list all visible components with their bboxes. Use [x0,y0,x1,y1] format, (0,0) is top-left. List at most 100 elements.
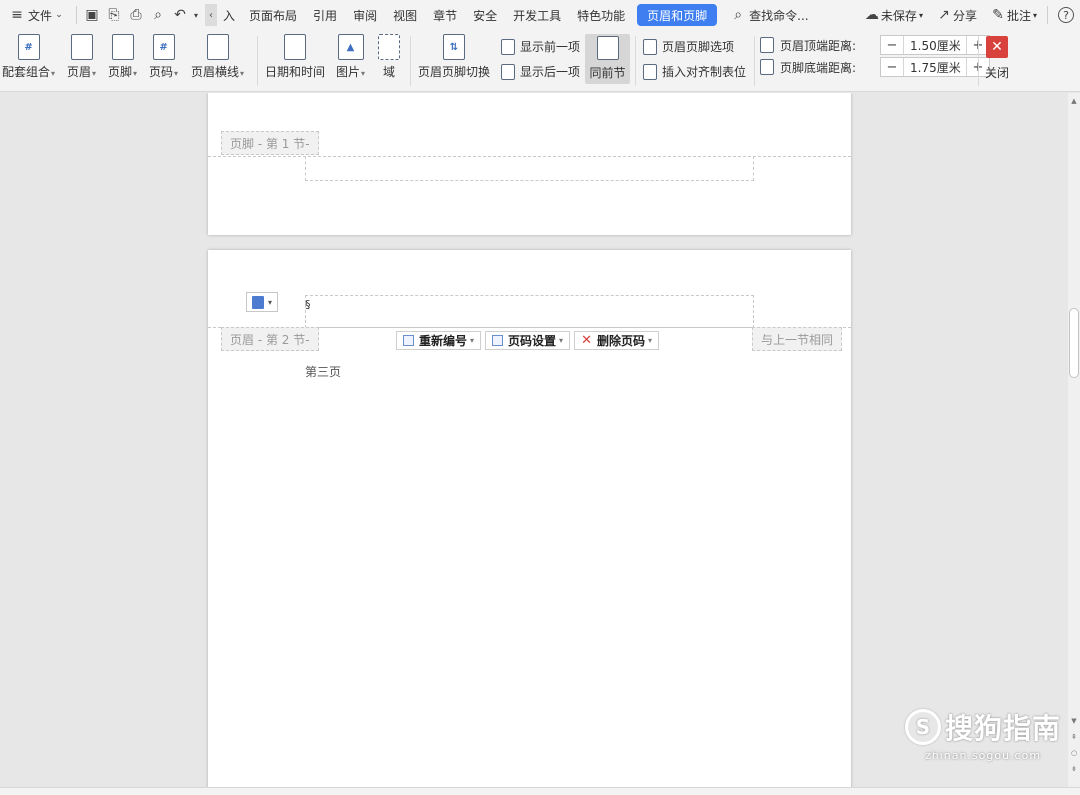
show-next-button[interactable]: 显示后一项 [501,63,580,80]
insert-tab-stop-button[interactable]: 插入对齐制表位 [643,63,746,80]
picture-button[interactable]: ▲ 图片▾ [336,34,365,82]
renumber-label: 重新编号 [419,334,468,348]
header-distance-decrease[interactable]: − [881,36,903,54]
unsaved-button[interactable]: ☁ 未保存 ▾ [857,0,929,30]
same-as-previous-tag: 与上一节相同 [752,327,843,351]
divider [1047,6,1048,24]
page-number-icon: # [152,34,175,60]
vertical-scrollbar[interactable]: ▲ ▼ ⇞ ○ ⇟ [1068,93,1080,787]
chevron-down-icon: ▾ [240,69,245,78]
combo-label: 配套组合 [2,65,51,79]
footer-distance-input[interactable]: 1.75厘米 [903,58,967,76]
header-footer-options-button[interactable]: 页眉页脚选项 [643,38,734,55]
chevron-down-icon: ▾ [92,69,97,78]
scroll-up-icon[interactable]: ▲ [1068,95,1080,107]
document-canvas[interactable]: 页脚 - 第 1 节- ▾ § 页眉 - 第 2 节- 与上一节相同 重新编号 … [0,93,1068,787]
tab-developer[interactable]: 开发工具 [505,0,569,30]
page-2[interactable]: ▾ § 页眉 - 第 2 节- 与上一节相同 重新编号 ▾ 页码设置 ▾ ✕ 删… [208,250,851,787]
chevron-down-icon: ▾ [267,297,272,307]
tab-references[interactable]: 引用 [305,0,345,30]
chevron-down-icon: ▾ [559,336,564,345]
tab-view[interactable]: 视图 [385,0,425,30]
header-footer-options-label: 页眉页脚选项 [662,40,735,54]
page-number-settings-label: 页码设置 [508,334,557,348]
page-number-button[interactable]: # 页码▾ [149,34,178,82]
footer-button[interactable]: 页脚▾ [108,34,137,82]
combo-icon: # [17,34,40,60]
help-button[interactable]: ? [1052,0,1080,30]
export-pdf-icon[interactable]: ⎘ [103,4,125,26]
footer-distance-decrease[interactable]: − [881,58,903,76]
tab-scroll-left-button[interactable]: ‹ [205,4,218,26]
header-distance-input[interactable]: 1.50厘米 [903,36,967,54]
field-button[interactable]: 域 [378,34,400,80]
sogou-logo-icon: S [905,709,941,745]
file-menu-label: 文件 [28,8,53,23]
next-page-icon[interactable]: ⇟ [1068,763,1080,775]
renumber-button[interactable]: 重新编号 ▾ [396,331,482,350]
header-distance-icon [760,37,774,53]
divider [76,6,78,24]
insert-tab-stop-label: 插入对齐制表位 [662,65,747,79]
share-button[interactable]: ↗ 分享 [929,0,983,30]
sogou-watermark: S 搜狗指南 zhinan.sogou.com [905,707,1061,762]
tab-review[interactable]: 审阅 [345,0,385,30]
show-previous-icon [501,38,515,55]
print-preview-icon[interactable]: ⌕ [147,4,169,26]
browse-object-icon[interactable]: ○ [1068,747,1080,759]
header-quick-menu[interactable]: ▾ [246,292,278,312]
delete-page-number-button[interactable]: ✕ 删除页码 ▾ [574,331,659,350]
share-icon: ↗ [938,7,950,23]
footer-distance-row: 页脚底端距离: − 1.75厘米 + [760,57,990,77]
tab-section[interactable]: 章节 [425,0,465,30]
footer-distance-icon [760,59,774,75]
show-previous-button[interactable]: 显示前一项 [501,38,580,55]
same-as-previous-button[interactable]: 同前节 [585,34,630,84]
page-number-settings-button[interactable]: 页码设置 ▾ [485,331,571,350]
footer-distance-label: 页脚底端距离: [780,60,857,75]
file-menu[interactable]: ≡ 文件 ⌄ [0,0,72,30]
tab-page-layout[interactable]: 页面布局 [241,0,305,30]
tab-special-features[interactable]: 特色功能 [569,0,633,30]
header-line-button[interactable]: 页眉横线▾ [191,34,244,82]
tab-header-footer[interactable]: 页眉和页脚 [637,4,718,26]
hamburger-icon: ≡ [11,7,23,23]
chevron-left-icon: ‹ [209,9,214,21]
combo-button[interactable]: # 配套组合▾ [2,34,55,82]
chevron-down-icon: ▾ [133,69,138,78]
undo-icon[interactable]: ↶ [169,4,191,26]
previous-page-icon[interactable]: ⇞ [1068,731,1080,743]
undo-dropdown-icon[interactable]: ▾ [191,4,201,26]
tab-security[interactable]: 安全 [465,0,505,30]
switch-icon: ⇅ [443,34,465,60]
save-icon[interactable]: ▣ [81,4,103,26]
status-bar [0,787,1080,795]
footer-area[interactable] [305,156,754,181]
text-cursor: § [305,298,311,311]
close-header-footer-button[interactable]: ✕ 关闭 [985,36,1009,81]
tab-insert-truncated[interactable]: 入 [217,0,241,30]
scrollbar-thumb[interactable] [1069,308,1079,378]
header-area[interactable] [305,295,754,328]
divider [635,36,636,86]
chevron-down-icon: ▾ [361,69,366,78]
divider [257,36,258,86]
search-command-label: 查找命令... [749,8,809,23]
same-as-previous-icon [596,36,619,60]
header-footer-switch-button[interactable]: ⇅ 页眉页脚切换 [418,34,490,80]
scroll-down-icon[interactable]: ▼ [1068,715,1080,727]
date-time-button[interactable]: 日期和时间 [265,34,325,80]
page-number-toolbar: 重新编号 ▾ 页码设置 ▾ ✕ 删除页码 ▾ [396,331,663,350]
field-icon [378,34,400,60]
chevron-down-icon: ▾ [470,336,475,345]
share-label: 分享 [952,8,977,23]
comment-button[interactable]: ✎ 批注 ▾ [983,0,1043,30]
page-1[interactable]: 页脚 - 第 1 节- [208,93,851,235]
search-command[interactable]: ⌕ 查找命令... [721,0,814,30]
settings-icon [492,335,504,346]
header-label: 页眉 [67,65,92,79]
header-footer-switch-label: 页眉页脚切换 [418,65,491,79]
header-button[interactable]: 页眉▾ [67,34,96,82]
print-icon[interactable]: ⎙ [125,4,147,26]
header-distance-label: 页眉顶端距离: [780,38,857,53]
